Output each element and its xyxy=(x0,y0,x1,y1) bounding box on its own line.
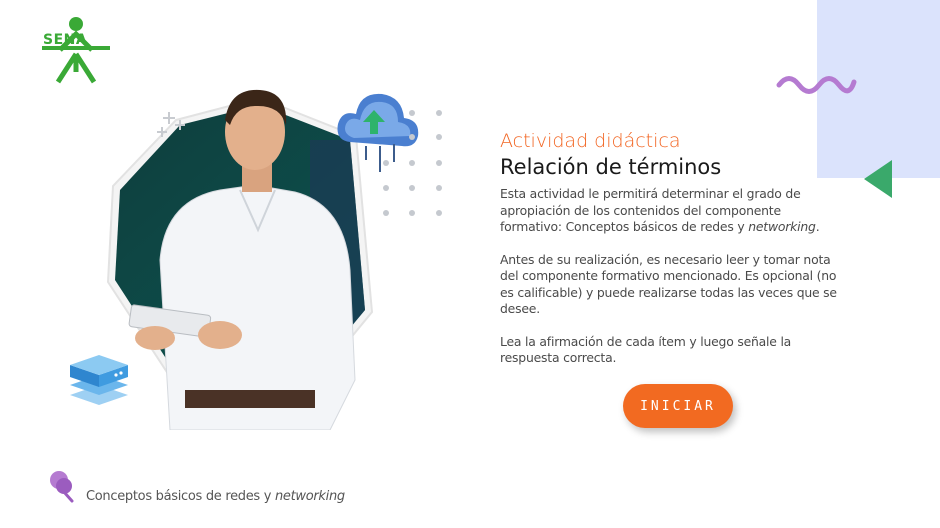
pin-icon xyxy=(50,471,74,503)
wave-icon xyxy=(776,76,857,94)
activity-subtitle: Actividad didáctica xyxy=(500,130,681,152)
description-paragraph-2: Antes de su realización, es necesario le… xyxy=(500,251,837,317)
server-icon xyxy=(70,355,128,405)
sena-logo: SENA xyxy=(40,16,112,90)
activity-title: Relación de términos xyxy=(500,155,722,179)
start-button[interactable]: INICIAR xyxy=(623,384,733,428)
description-paragraph-3: Lea la afirmación de cada ítem y luego s… xyxy=(500,333,792,366)
triangle-icon xyxy=(864,160,892,198)
sena-logo-icon xyxy=(42,17,110,84)
sparkle-icon xyxy=(157,112,185,137)
dot-grid xyxy=(383,110,442,216)
activity-content: Actividad didáctica Relación de términos… xyxy=(500,130,845,383)
logo-text: SENA xyxy=(43,32,88,48)
footer-text: Conceptos básicos de redes y networking xyxy=(86,489,345,504)
description-paragraph-1: Esta actividad le permitirá determinar e… xyxy=(500,186,820,234)
